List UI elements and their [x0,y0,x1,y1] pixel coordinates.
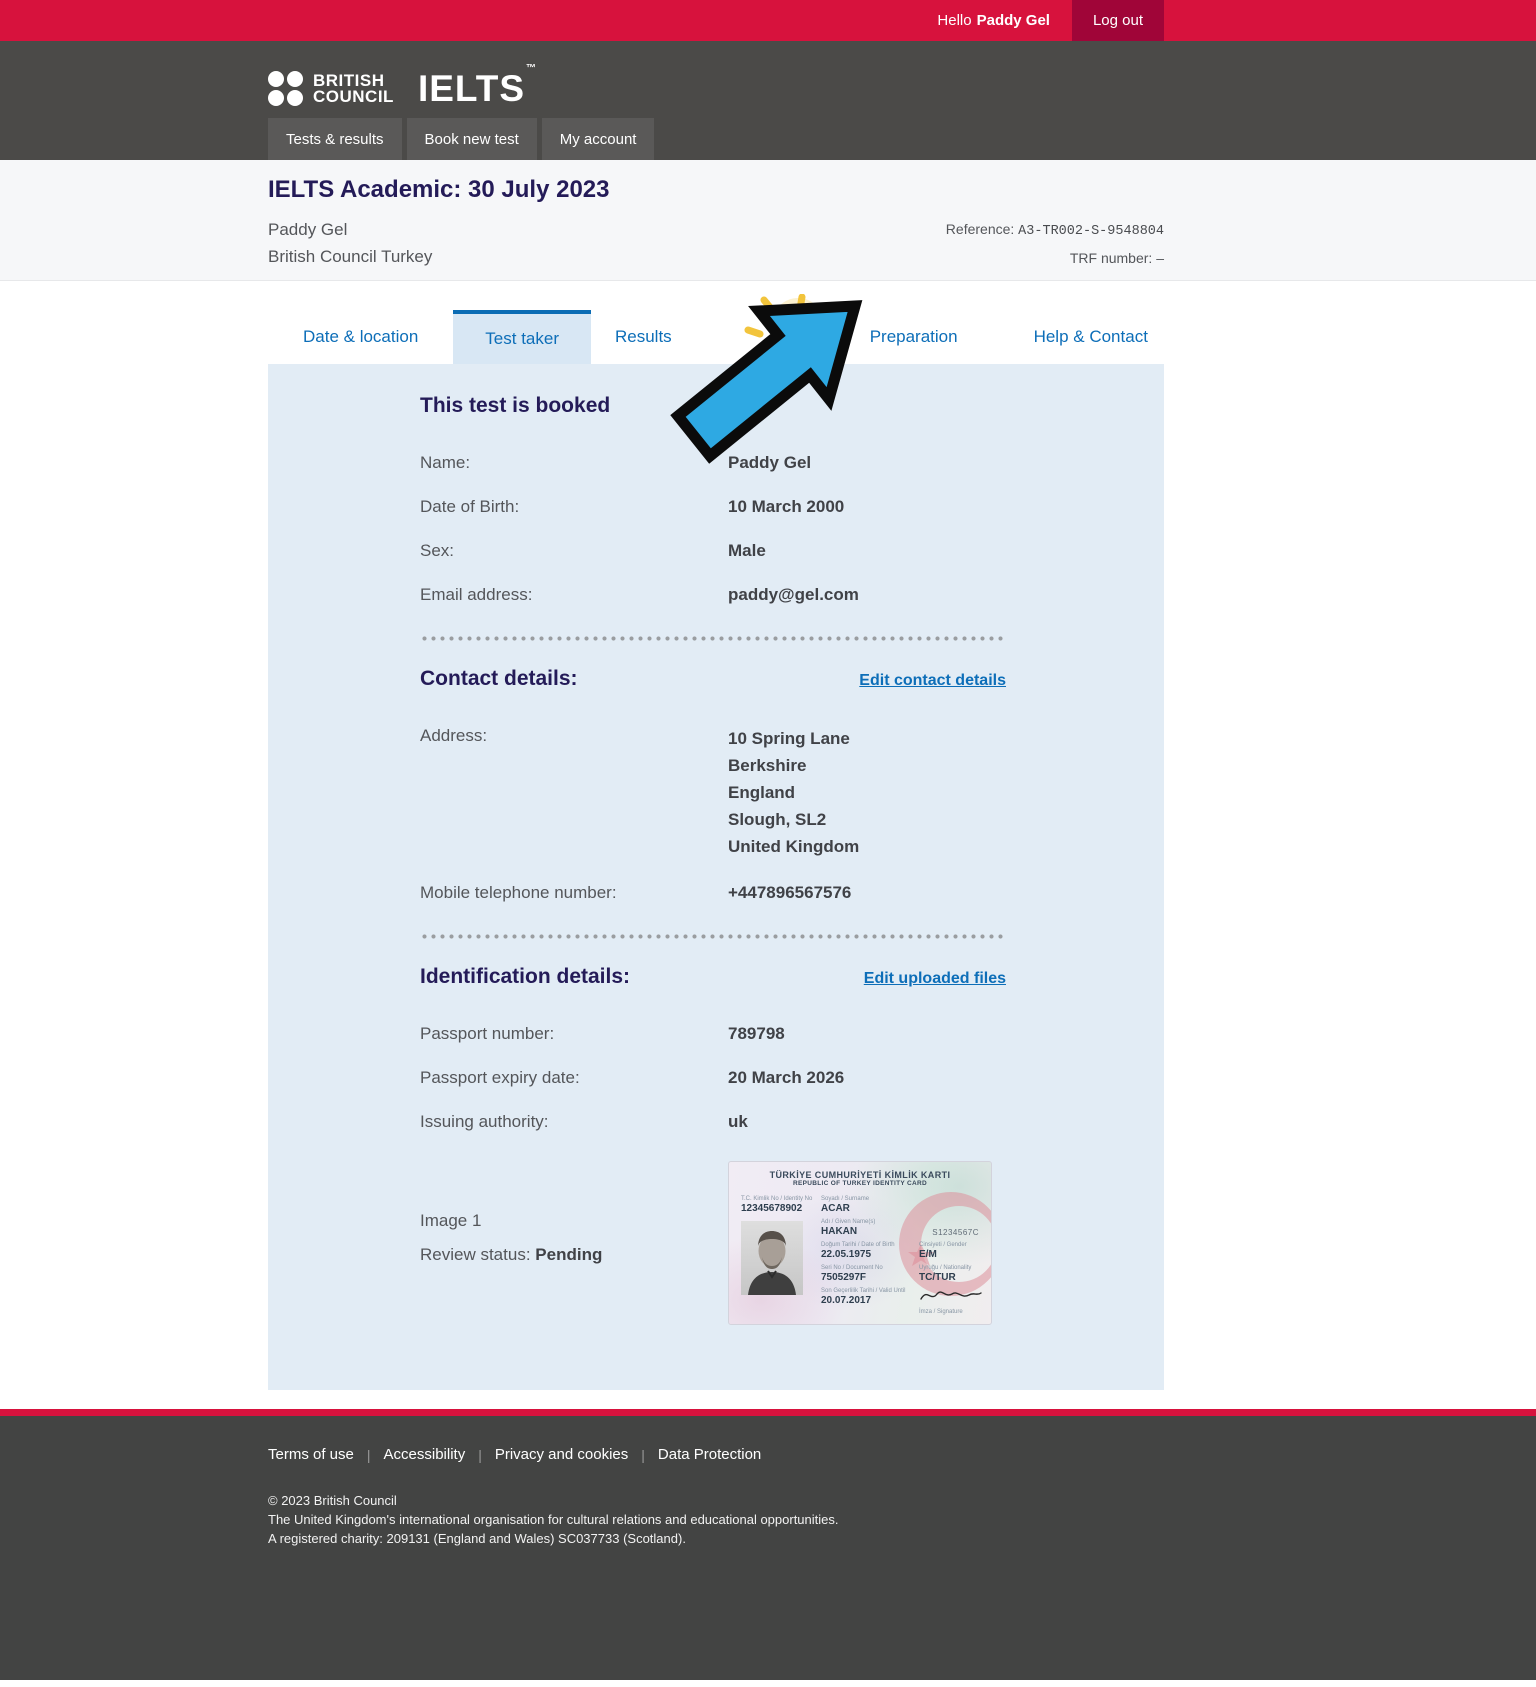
footer-separator: | [367,1447,371,1463]
card-dob-label: Doğum Tarihi / Date of Birth [821,1242,913,1249]
booking-heading: This test is booked [420,394,1006,418]
address-line: 10 Spring Lane [728,725,859,752]
card-gender-label: Cinsiyeti / Gender [919,1242,983,1249]
footer-separator: | [641,1447,645,1463]
id-document-image: S1234567C TÜRKİYE CUMHURİYETİ KİMLİK KAR… [728,1161,992,1325]
edit-uploaded-files-link[interactable]: Edit uploaded files [864,970,1006,988]
candidate-name: Paddy Gel [268,216,432,243]
greeting-username: Paddy Gel [977,12,1050,29]
page-title: IELTS Academic: 30 July 2023 [268,176,1164,204]
logo-dot [268,90,284,106]
field-issuing-authority: Issuing authority: uk [420,1111,1006,1133]
card-validuntil-label: Son Geçerlilik Tarihi / Valid Until [821,1288,913,1295]
nav-book-new-test[interactable]: Book new test [407,118,537,160]
address-line: Berkshire [728,752,859,779]
field-mobile: Mobile telephone number: +447896567576 [420,882,1006,904]
logo-dot [287,90,303,106]
logout-button[interactable]: Log out [1072,0,1164,41]
address-line: Slough, SL2 [728,806,859,833]
topbar: Hello Paddy Gel Log out [0,0,1536,41]
card-surname: ACAR [821,1203,983,1215]
contact-heading: Contact details: [420,667,578,691]
card-nationality: TC/TUR [919,1272,983,1284]
card-title: TÜRKİYE CUMHURİYETİ KİMLİK KARTI [729,1170,991,1180]
divider [420,636,1006,641]
british-council-logo-icon [268,71,303,106]
footer-charity-line: A registered charity: 209131 (England an… [268,1529,1536,1548]
card-serial-overlay: S1234567C [932,1228,979,1237]
main-nav: Tests & results Book new test My account [268,118,654,160]
edit-contact-details-link[interactable]: Edit contact details [859,672,1006,690]
footer-org-line: The United Kingdom's international organ… [268,1510,1536,1529]
footer-accent-bar [0,1409,1536,1416]
tab-help-contact[interactable]: Help & Contact [1026,310,1156,364]
card-givenname-label: Adı / Given Name(s) [821,1219,983,1226]
field-name: Name: Paddy Gel [420,452,1006,474]
identification-heading: Identification details: [420,965,630,989]
card-docno-label: Seri No / Document No [821,1265,913,1272]
image-label: Image 1 [420,1211,728,1231]
card-idno: 12345678902 [741,1203,821,1215]
footer-links: Terms of use | Accessibility | Privacy a… [268,1446,1536,1463]
card-validuntil: 20.07.2017 [821,1295,913,1307]
footer-copyright: © 2023 British Council [268,1491,1536,1510]
card-dob: 22.05.1975 [821,1249,913,1261]
title-band: IELTS Academic: 30 July 2023 Paddy Gel B… [0,160,1536,281]
logo-dot [268,71,284,87]
detail-tabs: Date & location Test taker Results Prepa… [268,310,1164,364]
nav-my-account[interactable]: My account [542,118,655,160]
address-line: United Kingdom [728,833,859,860]
card-gender: E/M [919,1249,983,1261]
footer-separator: | [478,1447,482,1463]
site-header: BRITISH COUNCIL IELTS™ Tests & results B… [0,41,1536,160]
signature [919,1286,983,1304]
tab-date-location[interactable]: Date & location [295,310,426,364]
card-idno-label: T.C. Kimlik No / Identity No [741,1196,821,1203]
brand-row: BRITISH COUNCIL IELTS™ [268,41,1536,118]
logo-dot [287,71,303,87]
site-footer: Terms of use | Accessibility | Privacy a… [0,1416,1536,1680]
footer-link-data-protection[interactable]: Data Protection [658,1446,761,1463]
field-email: Email address: paddy@gel.com [420,584,1006,606]
divider [420,934,1006,939]
tab-results[interactable]: Results [607,310,680,364]
review-status: Review status: Pending [420,1245,728,1265]
tab-test-taker[interactable]: Test taker [453,310,591,364]
id-card-photo [741,1221,803,1295]
reference-value: A3-TR002-S-9548804 [1018,224,1164,239]
nav-tests-results[interactable]: Tests & results [268,118,402,160]
card-surname-label: Soyadı / Surname [821,1196,983,1203]
tab-preparation[interactable]: Preparation [862,310,966,364]
footer-link-accessibility[interactable]: Accessibility [384,1446,466,1463]
ielts-logo: IELTS™ [418,68,536,110]
footer-link-privacy[interactable]: Privacy and cookies [495,1446,628,1463]
test-taker-panel: This test is booked Name: Paddy Gel Date… [268,364,1164,1390]
trf-label: TRF number: [1070,250,1152,266]
british-council-wordmark: BRITISH COUNCIL [313,73,394,105]
card-docno: 7505297F [821,1272,913,1284]
field-address: Address: 10 Spring Lane Berkshire Englan… [420,725,1006,860]
user-greeting: Hello Paddy Gel [937,0,1050,41]
card-nationality-label: Uyruğu / Nationality [919,1265,983,1272]
field-passport-number: Passport number: 789798 [420,1023,1006,1045]
greeting-prefix: Hello [937,12,971,29]
trademark-symbol: ™ [526,63,537,74]
field-passport-expiry: Passport expiry date: 20 March 2026 [420,1067,1006,1089]
field-dob: Date of Birth: 10 March 2000 [420,496,1006,518]
reference-label: Reference: [946,221,1014,237]
review-status-value: Pending [535,1245,602,1264]
field-sex: Sex: Male [420,540,1006,562]
test-centre: British Council Turkey [268,243,432,270]
card-signature-label: İmza / Signature [919,1309,983,1316]
trf-value: – [1156,250,1164,266]
address-line: England [728,779,859,806]
footer-link-terms[interactable]: Terms of use [268,1446,354,1463]
